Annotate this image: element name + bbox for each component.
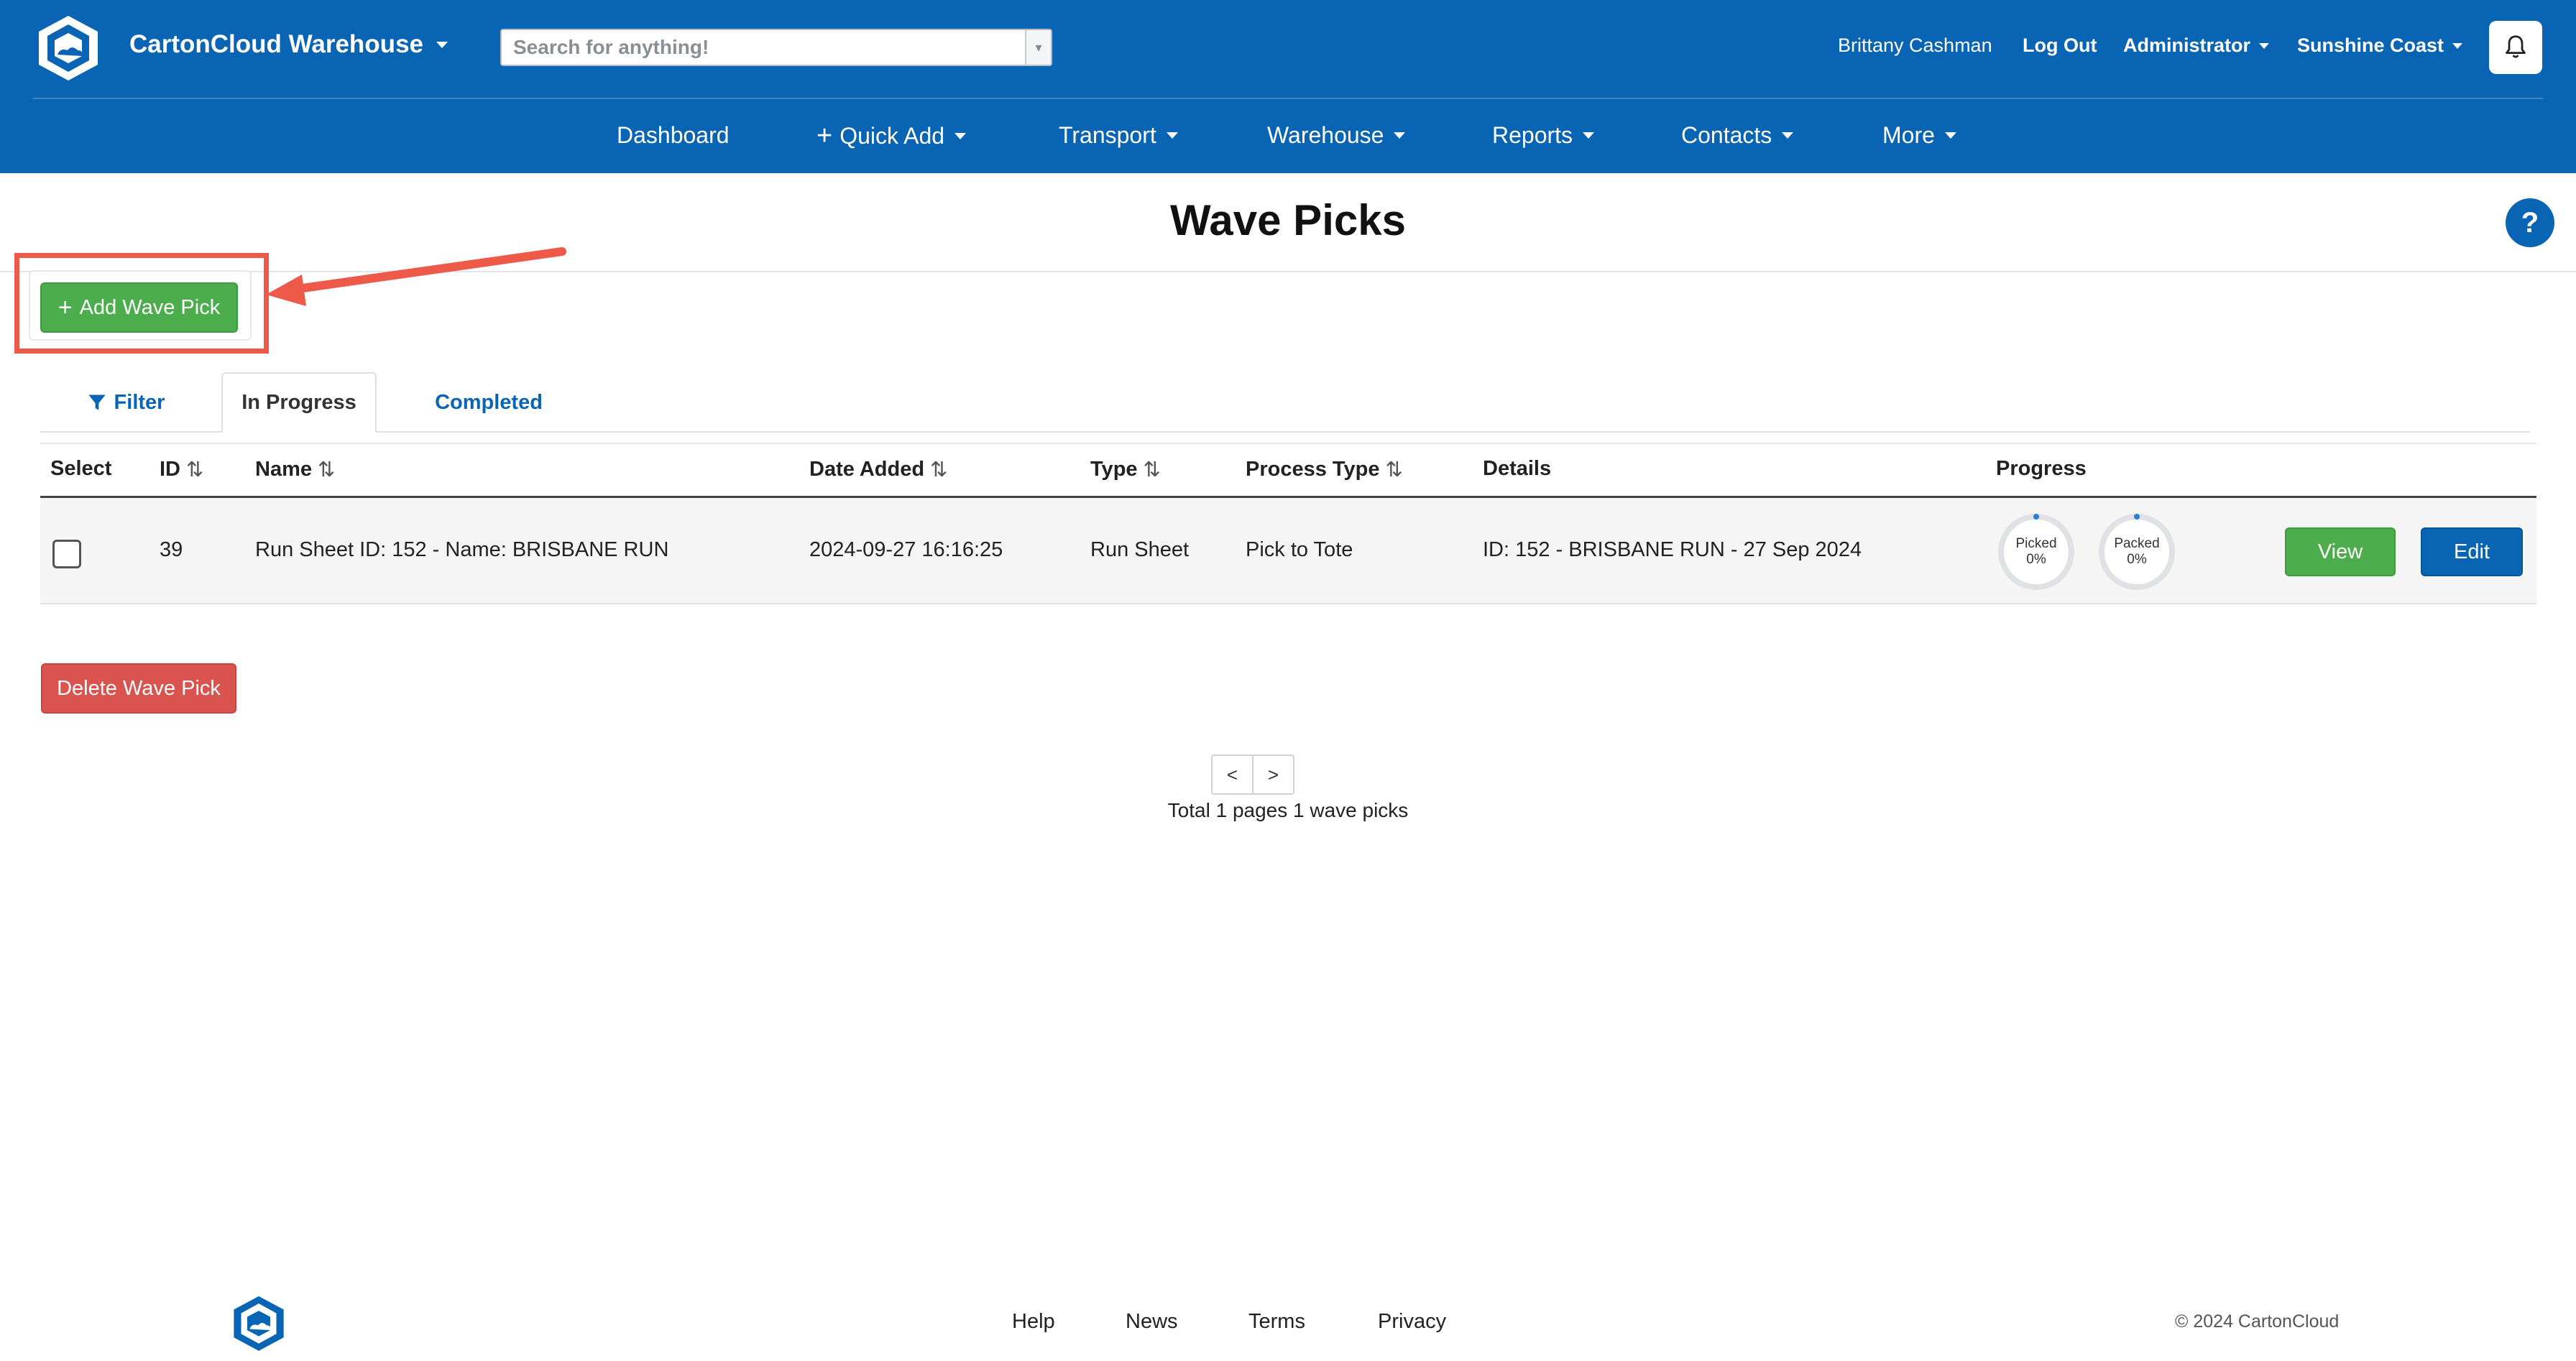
copyright-text: © 2024 CartonCloud	[2175, 1311, 2340, 1332]
nav-transport-label: Transport	[1059, 122, 1156, 148]
column-header-name-label: Name	[255, 458, 312, 481]
footer-news-link[interactable]: News	[1126, 1310, 1178, 1334]
filter-icon	[88, 395, 106, 410]
picked-percent: 0%	[2026, 552, 2046, 567]
column-header-type[interactable]: Type ⇅	[1090, 457, 1161, 482]
bell-icon	[2506, 35, 2526, 58]
logout-link[interactable]: Log Out	[2023, 34, 2097, 57]
packed-progress-ring: Packed 0%	[2097, 512, 2177, 592]
nav-warehouse-label: Warehouse	[1267, 122, 1384, 148]
column-header-select: Select	[50, 457, 111, 481]
nav-more-label: More	[1882, 122, 1935, 148]
caret-down-icon	[954, 132, 967, 139]
prev-page-button[interactable]: <	[1213, 756, 1252, 793]
role-label: Administrator	[2123, 34, 2251, 56]
column-header-id[interactable]: ID ⇅	[160, 457, 203, 482]
tab-filter-label: Filter	[114, 390, 165, 414]
nav-reports-label: Reports	[1492, 122, 1573, 148]
location-menu[interactable]: Sunshine Coast	[2297, 34, 2463, 57]
caret-down-icon	[1782, 132, 1794, 139]
packed-progress-text: Packed 0%	[2097, 512, 2177, 592]
delete-wave-pick-button[interactable]: Delete Wave Pick	[41, 663, 236, 714]
nav-dashboard[interactable]: Dashboard	[617, 122, 730, 149]
sort-icon: ⇅	[186, 458, 204, 481]
column-header-type-label: Type	[1090, 458, 1138, 481]
tab-filter[interactable]: Filter	[72, 372, 180, 433]
nav-warehouse[interactable]: Warehouse	[1267, 122, 1406, 149]
footer-privacy-link[interactable]: Privacy	[1378, 1310, 1446, 1334]
nav-dashboard-label: Dashboard	[617, 122, 730, 148]
sort-icon: ⇅	[1385, 458, 1403, 481]
picked-progress-ring: Picked 0%	[1996, 512, 2076, 592]
packed-label: Packed	[2114, 536, 2160, 551]
nav-quick-add[interactable]: + Quick Add	[816, 121, 967, 151]
caret-down-icon	[1944, 132, 1956, 139]
cell-date-added: 2024-09-27 16:16:25	[809, 538, 1003, 561]
sort-icon: ⇅	[930, 458, 948, 481]
caret-down-icon	[2259, 42, 2270, 49]
tab-in-progress-label: In Progress	[242, 390, 356, 414]
user-name: Brittany Cashman	[1838, 34, 1992, 56]
nav-contacts-label: Contacts	[1681, 122, 1772, 148]
column-header-name[interactable]: Name ⇅	[255, 457, 335, 482]
notifications-button[interactable]	[2489, 21, 2542, 74]
column-header-progress: Progress	[1996, 457, 2087, 481]
caret-down-icon	[1394, 132, 1406, 139]
tab-completed-label: Completed	[435, 390, 543, 414]
cell-name: Run Sheet ID: 152 - Name: BRISBANE RUN	[255, 538, 669, 561]
pagination-summary: Total 1 pages 1 wave picks	[1167, 799, 1409, 821]
column-header-progress-label: Progress	[1996, 457, 2087, 480]
sort-icon: ⇅	[318, 458, 336, 481]
picked-progress-text: Picked 0%	[1996, 512, 2076, 592]
edit-button[interactable]: Edit	[2421, 527, 2523, 576]
footer-terms-link[interactable]: Terms	[1248, 1310, 1305, 1334]
picked-label: Picked	[2015, 536, 2057, 551]
column-header-date-added-label: Date Added	[809, 458, 925, 481]
column-header-process-type[interactable]: Process Type ⇅	[1246, 457, 1403, 482]
sort-icon: ⇅	[1143, 458, 1161, 481]
search-input[interactable]	[502, 30, 1022, 65]
view-button[interactable]: View	[2285, 527, 2396, 576]
caret-down-icon	[1583, 132, 1595, 139]
pagination: < >	[1211, 755, 1294, 795]
cell-id: 39	[160, 538, 183, 561]
row-select-checkbox[interactable]	[52, 540, 81, 568]
caret-down-icon	[1166, 132, 1178, 139]
next-page-button[interactable]: >	[1252, 756, 1293, 793]
column-header-details: Details	[1483, 457, 1551, 481]
location-label: Sunshine Coast	[2297, 34, 2444, 56]
tabs-divider	[40, 431, 2530, 433]
footer-help-link[interactable]: Help	[1012, 1310, 1055, 1334]
plus-icon: +	[816, 121, 833, 151]
help-button[interactable]: ?	[2506, 198, 2554, 247]
nav-quick-add-label: Quick Add	[840, 122, 945, 149]
cartoncloud-footer-logo-icon	[234, 1296, 284, 1351]
nav-more[interactable]: More	[1882, 122, 1956, 149]
search-dropdown-toggle[interactable]: ▾	[1025, 30, 1051, 65]
role-menu[interactable]: Administrator	[2123, 34, 2270, 57]
question-icon: ?	[2521, 206, 2539, 239]
cell-details: ID: 152 - BRISBANE RUN - 27 Sep 2024	[1483, 538, 1862, 561]
nav-transport[interactable]: Transport	[1059, 122, 1178, 149]
column-header-select-label: Select	[50, 457, 112, 480]
table-top-border	[40, 443, 2536, 444]
cell-type: Run Sheet	[1090, 538, 1190, 561]
column-header-id-label: ID	[160, 458, 180, 481]
nav-contacts[interactable]: Contacts	[1681, 122, 1794, 149]
column-header-process-type-label: Process Type	[1246, 458, 1380, 481]
tab-in-progress[interactable]: In Progress	[221, 372, 377, 433]
packed-percent: 0%	[2127, 552, 2147, 567]
annotation-arrow-icon	[266, 247, 566, 306]
nav-reports[interactable]: Reports	[1492, 122, 1595, 149]
column-header-details-label: Details	[1483, 457, 1552, 480]
column-header-date-added[interactable]: Date Added ⇅	[809, 457, 947, 482]
cell-process-type: Pick to Tote	[1246, 538, 1353, 561]
triangle-down-icon: ▾	[1035, 40, 1042, 55]
global-search[interactable]: ▾	[500, 29, 1052, 66]
caret-down-icon	[2452, 42, 2463, 49]
tab-completed[interactable]: Completed	[410, 372, 568, 433]
